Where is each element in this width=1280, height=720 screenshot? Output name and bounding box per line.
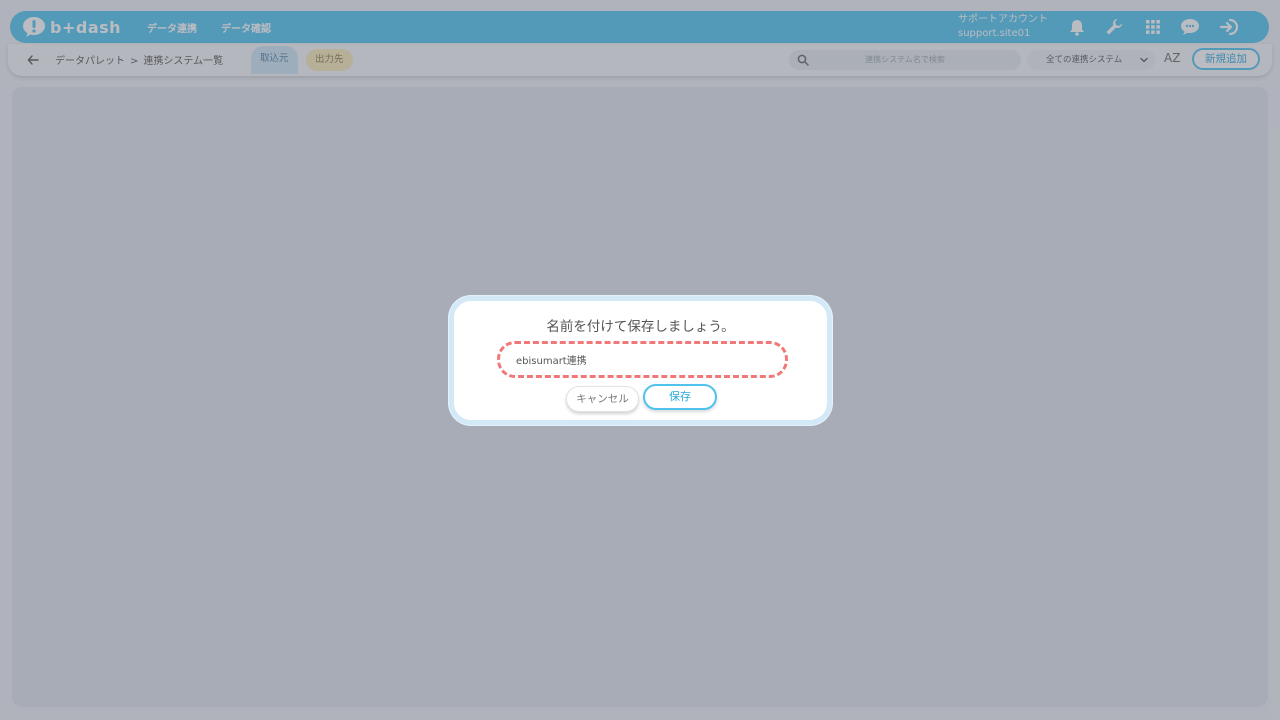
cancel-button[interactable]: キャンセル <box>566 386 639 412</box>
dialog-title: 名前を付けて保存しましょう。 <box>546 319 735 335</box>
save-name-dialog: 名前を付けて保存しましょう。 キャンセル 保存 <box>449 296 832 425</box>
save-button[interactable]: 保存 <box>643 384 717 410</box>
name-input[interactable] <box>497 341 788 378</box>
